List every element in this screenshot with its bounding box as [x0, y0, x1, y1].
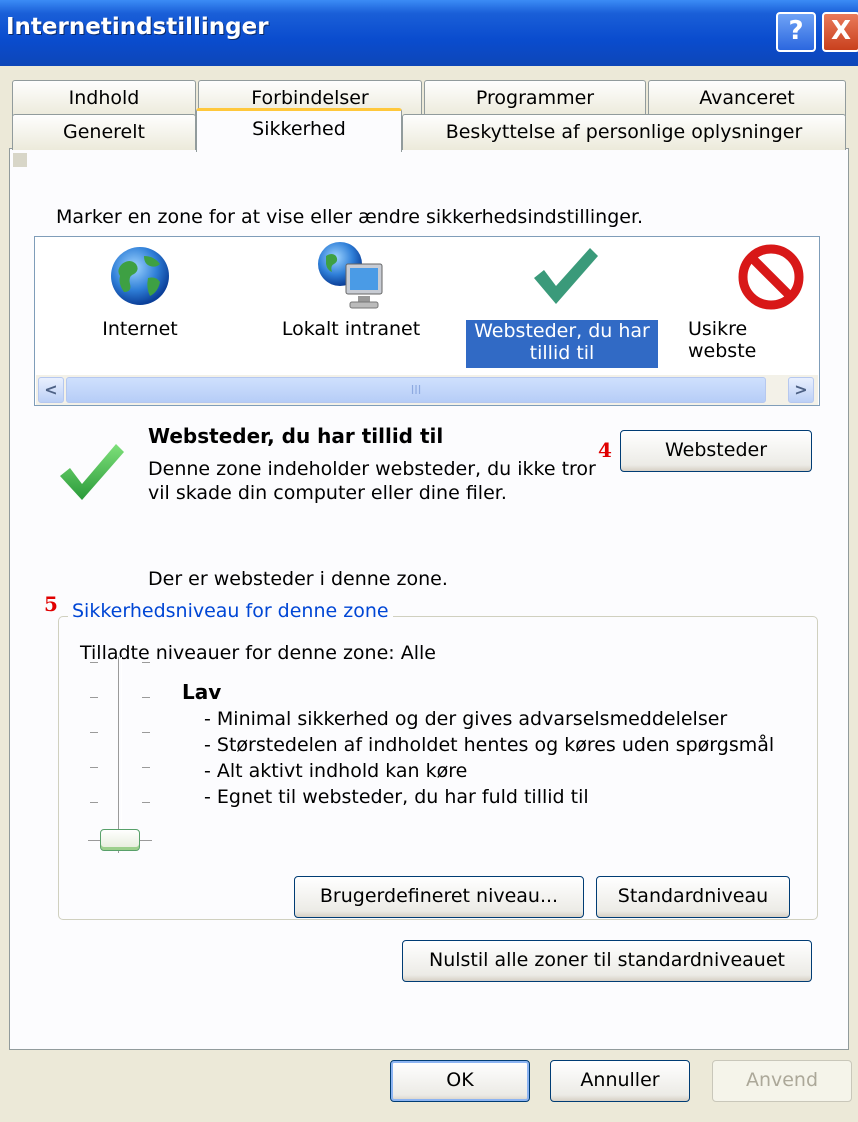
tab-avanceret[interactable]: Avanceret: [648, 80, 846, 116]
close-button[interactable]: X: [822, 12, 858, 52]
cancel-button[interactable]: Annuller: [550, 1060, 690, 1102]
tab-generelt[interactable]: Generelt: [12, 114, 196, 150]
zone-instruction: Marker en zone for at vise eller ændre s…: [56, 206, 644, 228]
slider-tick: [142, 802, 150, 803]
zone-scrollbar[interactable]: < III >: [36, 375, 818, 405]
zone-label-trusted[interactable]: Websteder, du har tillid til: [466, 320, 658, 368]
slider-tick: [142, 662, 150, 663]
security-level-title: Sikkerhedsniveau for denne zone: [68, 600, 393, 622]
reset-all-zones-button[interactable]: Nulstil alle zoner til standardniveauet: [402, 940, 812, 982]
slider-tick: [90, 732, 98, 733]
tab-sikkerhed[interactable]: Sikkerhed: [196, 108, 402, 152]
slider-tick: [140, 840, 152, 841]
globe-icon[interactable]: [108, 244, 172, 308]
slider-tick: [88, 840, 100, 841]
level-bullet: - Minimal sikkerhed og der gives advarse…: [204, 708, 728, 730]
help-button[interactable]: ?: [776, 12, 816, 52]
ok-button[interactable]: OK: [390, 1060, 530, 1102]
trusted-checkmark-icon: [60, 444, 124, 500]
allowed-levels-text: Tilladte niveauer for denne zone: Alle: [80, 642, 436, 664]
annotation-marker-5: 5: [44, 592, 58, 616]
custom-level-button[interactable]: Brugerdefineret niveau...: [294, 876, 584, 918]
window-title: Internetindstillinger: [6, 14, 269, 40]
annotation-marker-4: 4: [598, 438, 612, 462]
tab-indhold[interactable]: Indhold: [12, 80, 196, 116]
tab-programmer[interactable]: Programmer: [424, 80, 646, 116]
restricted-icon[interactable]: [738, 244, 804, 310]
focus-square: [13, 153, 27, 167]
zone-info-title: Websteder, du har tillid til: [148, 424, 444, 448]
slider-tick: [142, 732, 150, 733]
zone-info-desc-line2: vil skade din computer eller dine filer.: [148, 482, 507, 504]
scroll-left-button[interactable]: <: [38, 377, 64, 403]
default-level-button[interactable]: Standardniveau: [596, 876, 790, 918]
slider-thumb[interactable]: [100, 829, 140, 851]
title-bar[interactable]: Internetindstillinger ? X: [0, 0, 858, 66]
level-bullet: - Alt aktivt indhold kan køre: [204, 760, 468, 782]
zone-label-intranet[interactable]: Lokalt intranet: [276, 318, 426, 340]
zone-sites-note: Der er websteder i denne zone.: [148, 568, 448, 590]
slider-tick: [90, 697, 98, 698]
slider-tick: [90, 802, 98, 803]
slider-track[interactable]: [118, 657, 122, 853]
apply-button[interactable]: Anvend: [712, 1060, 852, 1102]
checkmark-icon[interactable]: [530, 244, 600, 308]
zone-label-trusted-line1: Websteder, du har: [474, 320, 650, 342]
level-bullet: - Egnet til websteder, du har fuld tilli…: [204, 786, 589, 808]
zone-label-trusted-line2: tillid til: [529, 342, 595, 364]
zone-info-desc-line1: Denne zone indeholder websteder, du ikke…: [148, 458, 596, 480]
security-level-name: Lav: [182, 680, 222, 704]
intranet-computer-icon[interactable]: [316, 240, 386, 312]
scroll-thumb[interactable]: III: [66, 377, 766, 403]
slider-tick: [90, 767, 98, 768]
tab-beskyttelse[interactable]: Beskyttelse af personlige oplysninger: [402, 114, 846, 150]
scroll-right-button[interactable]: >: [788, 377, 814, 403]
slider-tick: [142, 767, 150, 768]
level-bullet: - Størstedelen af indholdet hentes og kø…: [204, 734, 775, 756]
slider-tick: [90, 662, 98, 663]
websites-button[interactable]: Websteder: [620, 430, 812, 472]
slider-tick: [142, 697, 150, 698]
zone-label-internet[interactable]: Internet: [90, 318, 190, 340]
zone-label-restricted[interactable]: Usikre webste: [688, 318, 818, 362]
